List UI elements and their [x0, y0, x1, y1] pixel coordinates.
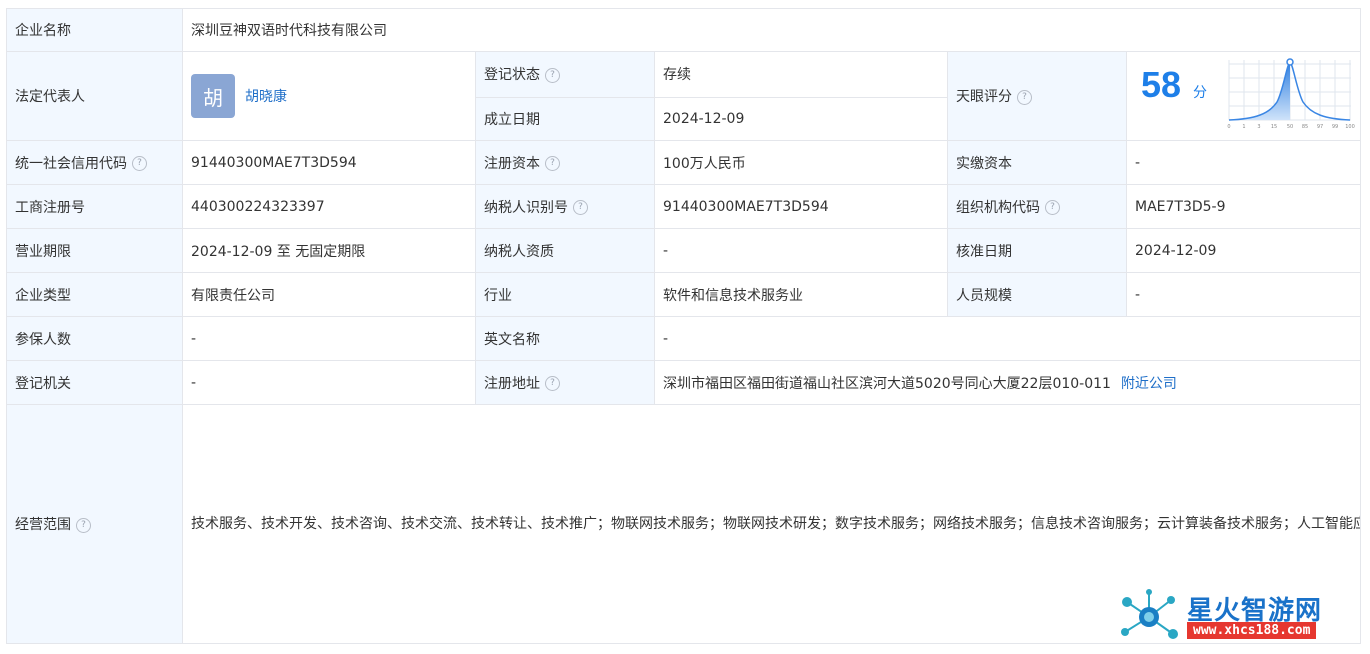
- reg-authority-value: -: [182, 360, 476, 405]
- row-insured: 参保人数 - 英文名称 -: [6, 316, 1361, 361]
- axis-tick: 99: [1332, 124, 1338, 130]
- row-company-name: 企业名称 深圳豆神双语时代科技有限公司: [6, 8, 1361, 52]
- taxpayer-qual-value: -: [654, 228, 948, 273]
- help-icon[interactable]: ?: [545, 376, 560, 391]
- help-icon[interactable]: ?: [573, 200, 588, 215]
- nearby-companies-link[interactable]: 附近公司: [1121, 376, 1177, 392]
- industry-label: 行业: [475, 272, 655, 317]
- axis-tick: 100: [1345, 124, 1355, 130]
- org-code-value: MAE7T3D5-9: [1126, 184, 1361, 229]
- row-biz-reg-no: 工商注册号 440300224323397 纳税人识别号? 91440300MA…: [6, 184, 1361, 229]
- axis-tick: 15: [1271, 124, 1277, 130]
- row-company-type: 企业类型 有限责任公司 行业 软件和信息技术服务业 人员规模 -: [6, 272, 1361, 317]
- approval-date-label: 核准日期: [947, 228, 1127, 273]
- help-icon[interactable]: ?: [132, 156, 147, 171]
- taxpayer-id-label: 纳税人识别号: [484, 199, 568, 216]
- tianyan-score-value: 58: [1141, 64, 1182, 105]
- tianyan-score-unit: 分: [1193, 85, 1207, 101]
- taxpayer-id-label-cell: 纳税人识别号?: [475, 184, 655, 229]
- established-value: 2024-12-09: [654, 96, 948, 141]
- reg-address-value: 深圳市福田区福田街道福山社区滨河大道5020号同心大厦22层010-011: [663, 375, 1111, 392]
- row-reg-authority: 登记机关 - 注册地址? 深圳市福田区福田街道福山社区滨河大道5020号同心大厦…: [6, 360, 1361, 405]
- axis-tick: 3: [1257, 124, 1260, 130]
- paid-capital-label: 实缴资本: [947, 140, 1127, 185]
- help-icon[interactable]: ?: [1017, 89, 1032, 105]
- biz-scope-label: 经营范围: [15, 517, 71, 533]
- paid-capital-value: -: [1126, 140, 1361, 185]
- company-info-table: 企业名称 深圳豆神双语时代科技有限公司 法定代表人 胡胡晓康 登记状态? 存续 …: [6, 8, 1361, 644]
- staff-size-label: 人员规模: [947, 272, 1127, 317]
- reg-status-value: 存续: [654, 51, 948, 98]
- approval-date-value: 2024-12-09: [1126, 228, 1361, 273]
- score-distribution-chart: 0 1 3 15 50 85 97 99 100: [1227, 58, 1355, 130]
- company-type-label: 企业类型: [6, 272, 183, 317]
- help-icon[interactable]: ?: [545, 156, 560, 171]
- company-name-label: 企业名称: [6, 8, 183, 52]
- company-name-value: 深圳豆神双语时代科技有限公司: [182, 8, 1361, 52]
- avatar[interactable]: 胡: [191, 74, 235, 118]
- reg-address-cell: 深圳市福田区福田街道福山社区滨河大道5020号同心大厦22层010-011 附近公…: [654, 360, 1361, 405]
- taxpayer-id-value: 91440300MAE7T3D594: [654, 184, 948, 229]
- help-icon[interactable]: ?: [76, 517, 91, 533]
- network-logo-icon: [1121, 589, 1178, 639]
- established-label: 成立日期: [475, 96, 655, 141]
- biz-scope-label-cell: 经营范围?: [6, 404, 183, 644]
- biz-term-label: 营业期限: [6, 228, 183, 273]
- legal-rep-name-link[interactable]: 胡晓康: [245, 89, 287, 105]
- english-name-label: 英文名称: [475, 316, 655, 361]
- credit-code-label: 统一社会信用代码: [15, 155, 127, 172]
- credit-code-label-cell: 统一社会信用代码?: [6, 140, 183, 185]
- legal-rep-label: 法定代表人: [6, 51, 183, 141]
- reg-capital-label-cell: 注册资本?: [475, 140, 655, 185]
- biz-term-value: 2024-12-09 至 无固定期限: [182, 228, 476, 273]
- reg-status-label-cell: 登记状态?: [475, 51, 655, 98]
- staff-size-value: -: [1126, 272, 1361, 317]
- credit-code-value: 91440300MAE7T3D594: [182, 140, 476, 185]
- insured-value: -: [182, 316, 476, 361]
- org-code-label-cell: 组织机构代码?: [947, 184, 1127, 229]
- tianyan-score-cell[interactable]: 58 分 0 1 3 15 50 85 97 99 100: [1126, 51, 1361, 141]
- watermark: 星火智游网 www.xhcs188.com: [1117, 588, 1362, 646]
- row-biz-term: 营业期限 2024-12-09 至 无固定期限 纳税人资质 - 核准日期 202…: [6, 228, 1361, 273]
- help-icon[interactable]: ?: [545, 67, 560, 83]
- reg-address-label-cell: 注册地址?: [475, 360, 655, 405]
- axis-tick: 1: [1242, 124, 1245, 130]
- biz-reg-no-value: 440300224323397: [182, 184, 476, 229]
- tianyan-score-label: 天眼评分: [956, 89, 1012, 105]
- row-credit-code: 统一社会信用代码? 91440300MAE7T3D594 注册资本? 100万人…: [6, 140, 1361, 185]
- reg-capital-label: 注册资本: [484, 155, 540, 172]
- row-legal-rep: 法定代表人 胡胡晓康 登记状态? 存续 天眼评分? 58 分 0 1 3 15 …: [6, 51, 1361, 141]
- axis-tick: 85: [1302, 124, 1308, 130]
- insured-label: 参保人数: [6, 316, 183, 361]
- axis-tick: 97: [1317, 124, 1323, 130]
- taxpayer-qual-label: 纳税人资质: [475, 228, 655, 273]
- tianyan-score-label-cell: 天眼评分?: [947, 51, 1127, 141]
- biz-reg-no-label: 工商注册号: [6, 184, 183, 229]
- reg-status-label: 登记状态: [484, 67, 540, 84]
- axis-tick: 50: [1287, 124, 1293, 130]
- help-icon[interactable]: ?: [1045, 200, 1060, 215]
- reg-authority-label: 登记机关: [6, 360, 183, 405]
- reg-capital-value: 100万人民币: [654, 140, 948, 185]
- industry-value: 软件和信息技术服务业: [654, 272, 948, 317]
- axis-tick: 0: [1227, 124, 1230, 130]
- org-code-label: 组织机构代码: [956, 199, 1040, 216]
- english-name-value: -: [654, 316, 1361, 361]
- watermark-url: www.xhcs188.com: [1187, 622, 1317, 639]
- legal-rep-cell: 胡胡晓康: [182, 51, 476, 141]
- company-type-value: 有限责任公司: [182, 272, 476, 317]
- reg-address-label: 注册地址: [484, 375, 540, 392]
